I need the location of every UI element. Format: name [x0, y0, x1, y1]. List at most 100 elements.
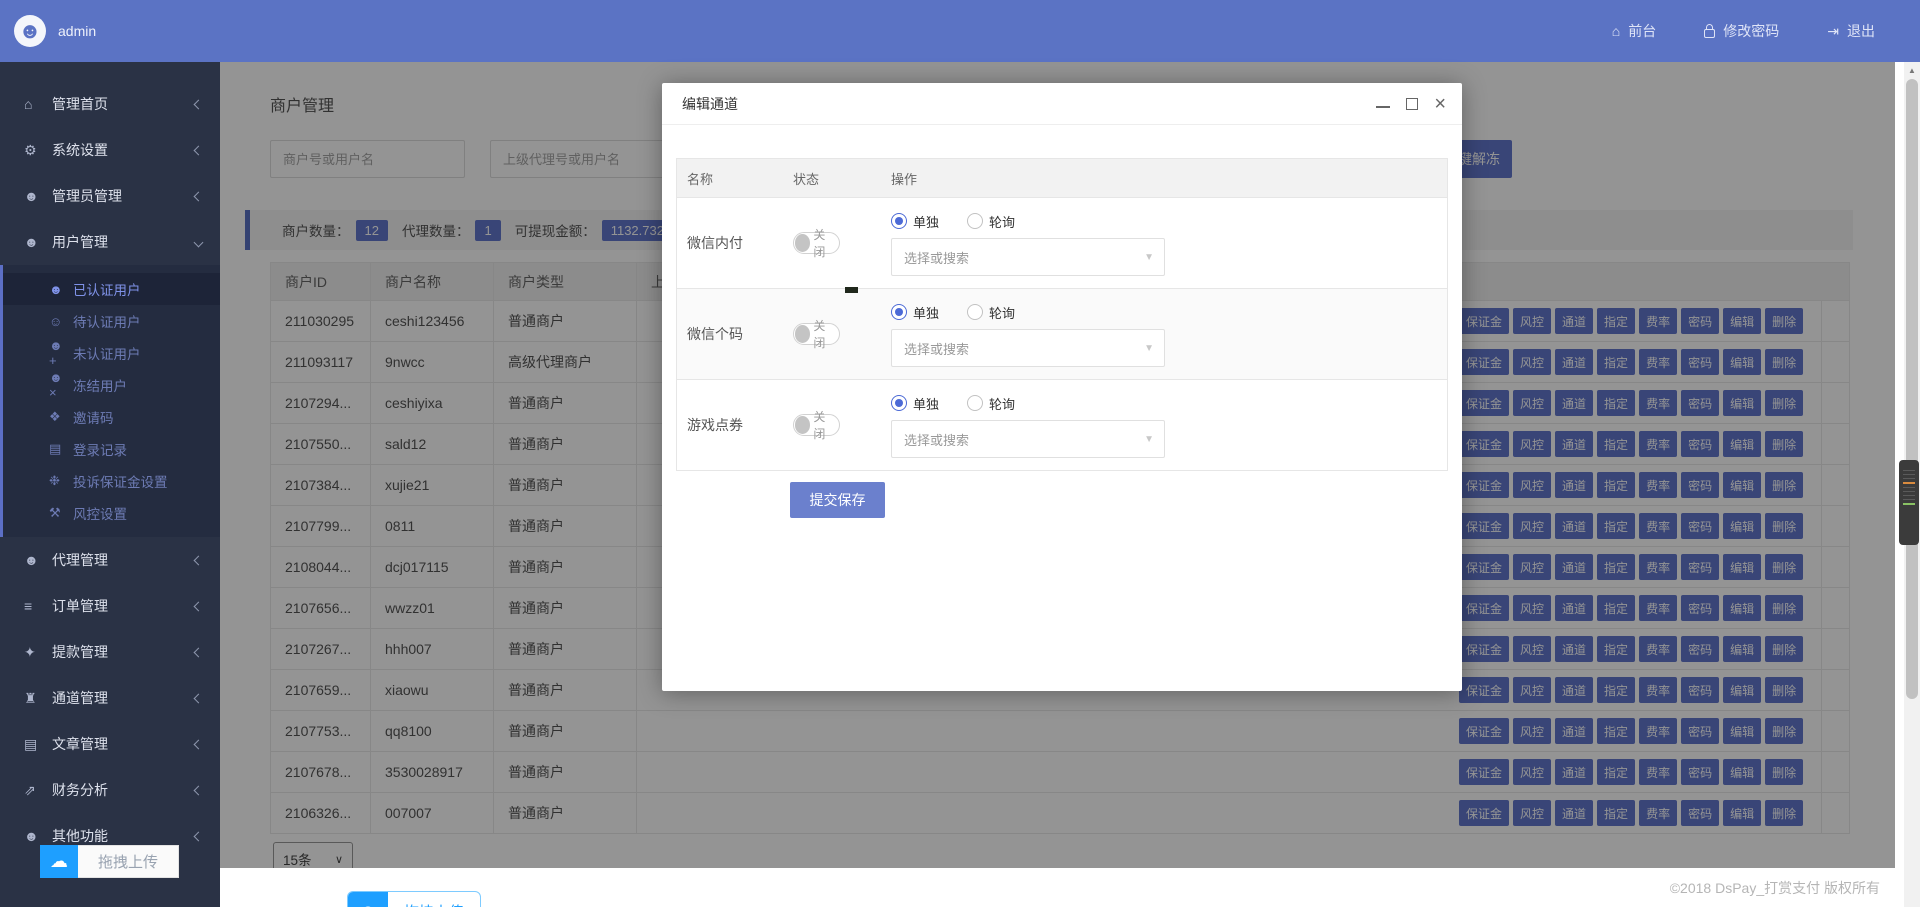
bank-icon: ♜: [24, 690, 46, 707]
chevron-left-icon: [194, 601, 204, 611]
sidebar-subitem-unverified-users[interactable]: ☻+未认证用户: [3, 337, 220, 369]
submit-save-button[interactable]: 提交保存: [790, 482, 885, 518]
chevron-down-icon: ▼: [1144, 252, 1154, 263]
upload-user-icon[interactable]: ☻: [348, 891, 388, 907]
select-placeholder: 选择或搜索: [904, 430, 969, 449]
sidebar-subitem-invite-codes[interactable]: ❖邀请码: [3, 401, 220, 433]
top-nav: ⌂ 前台 修改密码 ⇥退出: [1612, 21, 1920, 41]
modal-titlebar: 编辑通道 ×: [662, 83, 1462, 125]
minimize-icon[interactable]: [1376, 106, 1390, 108]
gift-icon: ❖: [49, 409, 67, 425]
sidebar-subitem-label: 已认证用户: [67, 279, 141, 299]
channel-row: 微信内付关闭单独轮询选择或搜索▼: [677, 197, 1447, 288]
chevron-left-icon: [194, 785, 204, 795]
toggle-switch-off[interactable]: 关闭: [793, 414, 840, 436]
topnav-change-password[interactable]: 修改密码: [1704, 21, 1779, 41]
copyright: ©2018 DsPay_打赏支付 版权所有: [1670, 878, 1880, 898]
sidebar-subitem-label: 投诉保证金设置: [67, 471, 168, 491]
channel-status: 关闭: [783, 198, 881, 288]
radio-group: 单独轮询: [891, 303, 1037, 321]
radio-unchecked[interactable]: [967, 304, 983, 320]
user-circle-icon: ☻: [24, 828, 46, 844]
admin-user-icon: ☻: [24, 188, 46, 204]
radio-group: 单独 轮询: [891, 212, 1037, 230]
edit-channel-modal: 编辑通道 × 名称状态操作微信内付关闭单独轮询选择或搜索▼微信个码关闭单独轮询选…: [662, 83, 1462, 691]
withdraw-icon: ✦: [24, 644, 46, 661]
channel-select-dropdown[interactable]: 选择或搜索▼: [891, 329, 1165, 367]
gears-icon: ⚙: [24, 142, 46, 159]
channel-actions: 单独 轮询选择或搜索▼: [881, 198, 1447, 288]
toggle-knob: [795, 416, 810, 434]
sidebar-subitem-label: 邀请码: [67, 407, 114, 427]
radio-label: 单独: [913, 303, 939, 322]
sidebar-item-agent-management[interactable]: ☻代理管理: [0, 537, 220, 583]
sidebar-item-label: 提款管理: [46, 642, 195, 662]
toggle-switch-off[interactable]: 关闭: [793, 323, 840, 345]
sidebar-subitem-label: 登录记录: [67, 439, 127, 459]
avatar-button[interactable]: ☻ admin: [0, 15, 96, 47]
sidebar-item-label: 用户管理: [46, 232, 195, 252]
topnav-label: 修改密码: [1723, 21, 1779, 41]
sidebar-item-admin-home[interactable]: ⌂管理首页: [0, 81, 220, 127]
radio-unchecked[interactable]: [967, 213, 983, 229]
topnav-logout[interactable]: ⇥退出: [1827, 21, 1875, 41]
drag-upload-label: 拖拽上传: [78, 845, 179, 878]
sidebar-item-label: 通道管理: [46, 688, 195, 708]
top-header: ☻ admin ⌂ 前台 修改密码 ⇥退出: [0, 0, 1920, 62]
toggle-switch-off[interactable]: 关闭: [793, 232, 840, 254]
chart-icon: ⇗: [24, 782, 46, 799]
side-gadget-widget[interactable]: [1899, 460, 1919, 545]
close-icon[interactable]: ×: [1434, 97, 1446, 111]
channel-select-dropdown[interactable]: 选择或搜索▼: [891, 420, 1165, 458]
artifact-dash: [845, 287, 858, 293]
chevron-left-icon: [194, 145, 204, 155]
select-placeholder: 选择或搜索: [904, 339, 969, 358]
toggle-knob: [795, 234, 810, 252]
sidebar-item-finance-analysis[interactable]: ⇗财务分析: [0, 767, 220, 813]
sidebar-item-article-management[interactable]: ▤文章管理: [0, 721, 220, 767]
cloud-upload-icon[interactable]: ☁: [40, 845, 78, 878]
sidebar-item-admin-management[interactable]: ☻管理员管理: [0, 173, 220, 219]
radio-checked[interactable]: [891, 213, 907, 229]
sidebar-item-label: 财务分析: [46, 780, 195, 800]
channel-name: 游戏点券: [677, 380, 783, 470]
topnav-label: 退出: [1847, 21, 1875, 41]
channel-name: 微信个码: [677, 289, 783, 379]
chevron-left-icon: [194, 831, 204, 841]
wrench-icon: ⚒: [49, 505, 67, 521]
toggle-label: 关闭: [813, 408, 834, 442]
scroll-up-arrow[interactable]: ▲: [1904, 62, 1920, 78]
agent-icon: ☻: [24, 552, 46, 568]
sidebar-item-system-settings[interactable]: ⚙系统设置: [0, 127, 220, 173]
sidebar-subitem-risk-control-settings[interactable]: ⚒风控设置: [3, 497, 220, 529]
radio-label: 轮询: [989, 212, 1015, 231]
sidebar-item-order-management[interactable]: ≡订单管理: [0, 583, 220, 629]
sidebar-item-channel-management[interactable]: ♜通道管理: [0, 675, 220, 721]
maximize-icon[interactable]: [1406, 98, 1418, 110]
sidebar-subitem-frozen-users[interactable]: ☻×冻结用户: [3, 369, 220, 401]
channel-select-dropdown[interactable]: 选择或搜索▼: [891, 238, 1165, 276]
modal-title: 编辑通道: [682, 94, 1360, 114]
radio-checked[interactable]: [891, 395, 907, 411]
sidebar-item-withdraw-management[interactable]: ✦提款管理: [0, 629, 220, 675]
radio-unchecked[interactable]: [967, 395, 983, 411]
sidebar-subitem-login-records[interactable]: ▤登录记录: [3, 433, 220, 465]
radio-checked[interactable]: [891, 304, 907, 320]
topnav-frontend[interactable]: ⌂ 前台: [1612, 21, 1656, 41]
home-icon: ⌂: [24, 96, 46, 112]
avatar-icon: ☻: [14, 15, 46, 47]
logbook-icon: ▤: [49, 441, 67, 457]
sidebar-subitem-pending-users[interactable]: ☺待认证用户: [3, 305, 220, 337]
radio-label: 单独: [913, 212, 939, 231]
modal-col-status: 状态: [783, 159, 881, 197]
sidebar-item-user-management[interactable]: ☻用户管理: [0, 219, 220, 265]
topnav-label: 前台: [1628, 21, 1656, 41]
sidebar-subitem-verified-users[interactable]: ☻已认证用户: [3, 273, 220, 305]
radio-label: 轮询: [989, 394, 1015, 413]
channel-status: 关闭: [783, 289, 881, 379]
chevron-left-icon: [194, 99, 204, 109]
drag-upload-widget-2: ☻ 拖拽上传: [347, 891, 481, 907]
home-icon: ⌂: [1612, 23, 1620, 39]
sidebar-subitem-complaint-deposit-settings[interactable]: ❉投诉保证金设置: [3, 465, 220, 497]
scrollbar-thumb[interactable]: [1906, 79, 1918, 699]
